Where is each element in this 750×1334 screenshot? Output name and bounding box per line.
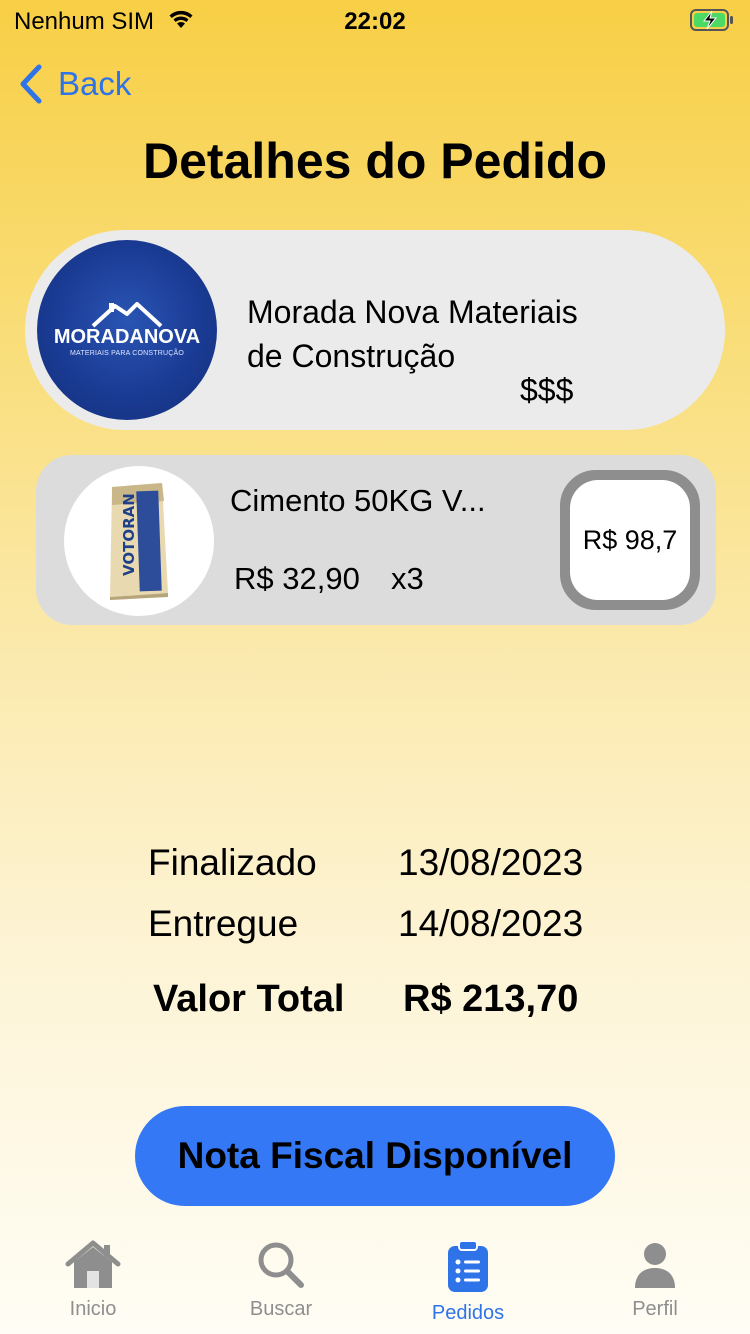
clipboard-list-icon [448,1240,488,1292]
tab-label-perfil: Perfil [632,1298,678,1320]
product-total-badge: R$ 98,7 [560,470,700,610]
product-card[interactable]: VOTORAN Cimento 50KG V... R$ 32,90 x3 R$… [36,455,716,625]
tab-inicio[interactable]: Inicio [23,1240,163,1321]
finalizado-label: Finalizado [148,842,317,883]
price-level: $$$ [520,372,574,408]
search-icon [258,1242,304,1288]
tab-buscar[interactable]: Buscar [211,1240,351,1321]
total-label: Valor Total [153,978,345,1020]
tab-label-buscar: Buscar [249,1298,313,1320]
clock: 22:02 [344,8,406,35]
house-icon [65,1240,121,1288]
tab-label-pedidos: Pedidos [431,1302,505,1324]
person-icon [635,1243,675,1288]
logo-text: MORADANOVA [53,325,201,348]
finalizado-date: 13/08/2023 [398,842,584,883]
store-card[interactable]: MORADANOVA MATERIAIS PARA CONSTRUÇÃO Mor… [25,230,725,430]
tab-pedidos[interactable]: Pedidos [398,1240,538,1325]
product-name: Cimento 50KG V... [230,483,486,518]
battery-charging-icon [690,8,734,37]
invoice-button[interactable]: Nota Fiscal Disponível [135,1106,615,1206]
store-name: Morada Nova Materiais de Construção [247,290,667,378]
product-unit-price: R$ 32,90 [234,561,360,596]
page-title: Detalhes do Pedido [143,133,607,189]
tab-label-inicio: Inicio [69,1298,117,1320]
entregue-date: 14/08/2023 [398,903,584,944]
tab-perfil[interactable]: Perfil [585,1240,725,1321]
store-logo: MORADANOVA MATERIAIS PARA CONSTRUÇÃO [37,240,217,420]
logo-subtext: MATERIAIS PARA CONSTRUÇÃO [69,349,185,357]
bag-brand-text: VOTORAN [120,493,138,576]
store-name-line1: Morada Nova Materiais [247,294,578,330]
back-label: Back [58,65,132,102]
cement-bag-icon: VOTORAN [110,483,168,600]
entregue-label: Entregue [148,903,299,944]
product-image: VOTORAN [64,466,214,616]
product-quantity: x3 [391,561,424,596]
back-button[interactable]: Back [18,64,131,104]
chevron-left-icon [20,64,42,104]
total-value: R$ 213,70 [403,978,579,1020]
status-bar: Nenhum SIM 22:02 [0,0,750,40]
house-roof-icon [91,301,163,327]
tab-bar: Inicio Buscar Pedidos Perfil [0,1240,750,1334]
store-name-line2: de Construção [247,338,456,374]
product-total: R$ 98,7 [570,480,690,600]
